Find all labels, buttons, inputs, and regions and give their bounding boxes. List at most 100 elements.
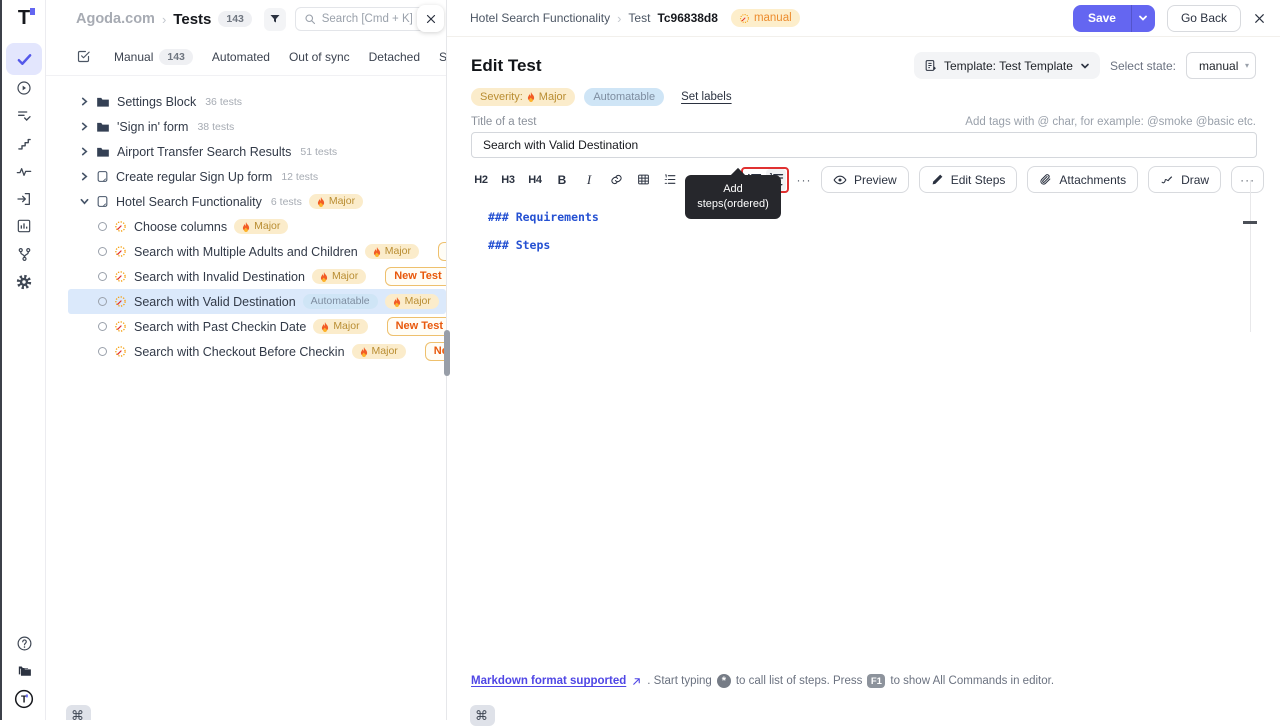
tab-manual[interactable]: Manual143 (114, 49, 193, 65)
go-back-button[interactable]: Go Back (1167, 5, 1241, 32)
heading4-button[interactable]: H4 (525, 169, 545, 191)
nav-reports[interactable] (6, 211, 42, 241)
test-row[interactable]: Choose columns Major (68, 214, 446, 239)
markdown-editor[interactable]: ### Requirements ### Steps (471, 206, 1256, 262)
add-steps-tooltip: Add steps(ordered) (685, 175, 781, 219)
nav-plans[interactable] (6, 101, 42, 131)
nav-analytics[interactable] (6, 157, 42, 187)
nav-runs[interactable] (6, 73, 42, 103)
chart-icon (16, 218, 32, 234)
filter-button[interactable] (264, 8, 286, 31)
chevron-down-icon[interactable] (80, 197, 89, 206)
chevron-right-icon[interactable] (80, 122, 89, 131)
folder-row[interactable]: 'Sign in' form38 tests (68, 114, 446, 139)
ordered-list-button[interactable] (660, 169, 680, 191)
italic-button[interactable]: I (579, 169, 599, 191)
folder-icon (96, 146, 110, 158)
tests-sidebar: Agoda.com › Tests 143 Manual143 Automate… (46, 0, 447, 720)
manual-test-icon (114, 295, 127, 308)
pulse-icon (16, 164, 32, 180)
help-icon (16, 635, 33, 652)
breadcrumb-test-prefix: Test (628, 11, 650, 25)
template-select-button[interactable]: Template: Test Template (914, 52, 1100, 79)
status-circle-icon (98, 272, 107, 281)
folders-icon (16, 663, 33, 680)
state-badge: manual (731, 9, 800, 27)
tab-starred[interactable]: Starred (439, 50, 447, 64)
save-button[interactable]: Save (1073, 5, 1131, 32)
tab-out-of-sync[interactable]: Out of sync (289, 50, 350, 64)
chevron-right-icon[interactable] (80, 172, 89, 181)
test-row[interactable]: Search with Checkout Before Checkin Majo… (68, 339, 446, 364)
nav-steps[interactable] (6, 129, 42, 159)
test-row-selected[interactable]: Search with Valid Destination Automatabl… (68, 289, 446, 314)
panel-close-button[interactable] (1253, 12, 1266, 25)
sidebar-close-button[interactable] (417, 5, 444, 32)
manual-test-icon (114, 345, 127, 358)
suite-row[interactable]: Create regular Sign Up form12 tests (68, 164, 446, 189)
bold-button[interactable]: B (552, 169, 572, 191)
suite-row-expanded[interactable]: Hotel Search Functionality6 tests Major (68, 189, 446, 214)
preview-button[interactable]: Preview (821, 166, 909, 193)
nav-tests[interactable] (6, 43, 42, 75)
folder-row[interactable]: Settings Block36 tests (68, 89, 446, 114)
branch-icon (17, 247, 32, 262)
nav-import[interactable] (6, 184, 42, 214)
close-icon (425, 13, 437, 25)
f1-key-badge: F1 (867, 674, 885, 688)
nav-branches[interactable] (6, 239, 42, 269)
test-title-input[interactable] (471, 132, 1257, 158)
severity-badge: Major (234, 219, 288, 235)
chevron-right-icon[interactable] (80, 97, 89, 106)
select-all-icon[interactable] (76, 49, 91, 64)
breadcrumb-project[interactable]: Agoda.com (76, 11, 155, 27)
breadcrumb-section[interactable]: Tests (173, 11, 211, 28)
edit-steps-button[interactable]: Edit Steps (919, 166, 1018, 193)
automatable-edit-badge[interactable]: Automatable (584, 88, 664, 106)
severity-badge: Major (313, 319, 367, 335)
list-check-icon (16, 108, 32, 124)
tab-automated[interactable]: Automated (212, 50, 270, 64)
chevron-down-icon: ▾ (1245, 61, 1249, 70)
severity-edit-badge[interactable]: Severity: Major (471, 88, 575, 106)
test-row[interactable]: Search with Past Checkin Date Major New … (68, 314, 446, 339)
sidebar-scrollbar[interactable] (444, 330, 450, 376)
state-select[interactable]: manual ▾ (1186, 52, 1256, 79)
stairs-icon (17, 137, 32, 152)
toolbar-more-button[interactable]: ··· (794, 169, 814, 191)
automatable-badge: Automatable (303, 294, 378, 310)
test-row[interactable]: Search with Multiple Adults and Children… (68, 239, 446, 264)
draw-button[interactable]: Draw (1148, 166, 1221, 193)
search-input[interactable] (322, 13, 422, 25)
folder-row[interactable]: Airport Transfer Search Results51 tests (68, 139, 446, 164)
heading3-button[interactable]: H3 (498, 169, 518, 191)
folder-icon (96, 121, 110, 133)
projects-button[interactable] (6, 658, 42, 684)
test-id: Tc96838d8 (657, 11, 718, 25)
manual-count-badge: 143 (159, 49, 193, 65)
table-button[interactable] (633, 169, 653, 191)
set-labels-link[interactable]: Set labels (681, 91, 732, 103)
attachments-button[interactable]: Attachments (1027, 166, 1138, 193)
save-dropdown-button[interactable] (1131, 5, 1155, 32)
account-button[interactable]: T (6, 686, 42, 712)
nav-settings[interactable] (6, 267, 42, 297)
heading2-button[interactable]: H2 (471, 169, 491, 191)
eye-icon (833, 173, 847, 187)
cmd-key-badge: ⌘ (470, 705, 495, 726)
editor-more-button[interactable]: ··· (1231, 166, 1264, 193)
severity-badge: Major (352, 344, 406, 360)
import-icon (16, 191, 32, 207)
help-button[interactable] (6, 630, 42, 656)
app-logo[interactable]: T (12, 6, 36, 30)
star-key-badge: * (717, 674, 731, 688)
test-row[interactable]: Search with Invalid Destination Major Ne… (68, 264, 446, 289)
markdown-help-link[interactable]: Markdown format supported (471, 675, 626, 687)
tab-detached[interactable]: Detached (369, 50, 420, 64)
editor-actions: Preview Edit Steps Attachments Draw ··· (821, 166, 1264, 193)
status-circle-icon (98, 347, 107, 356)
link-button[interactable] (606, 169, 626, 191)
chevron-right-icon[interactable] (80, 147, 89, 156)
breadcrumb-parent[interactable]: Hotel Search Functionality (470, 11, 610, 25)
breadcrumb: Agoda.com › Tests 143 (76, 11, 252, 28)
